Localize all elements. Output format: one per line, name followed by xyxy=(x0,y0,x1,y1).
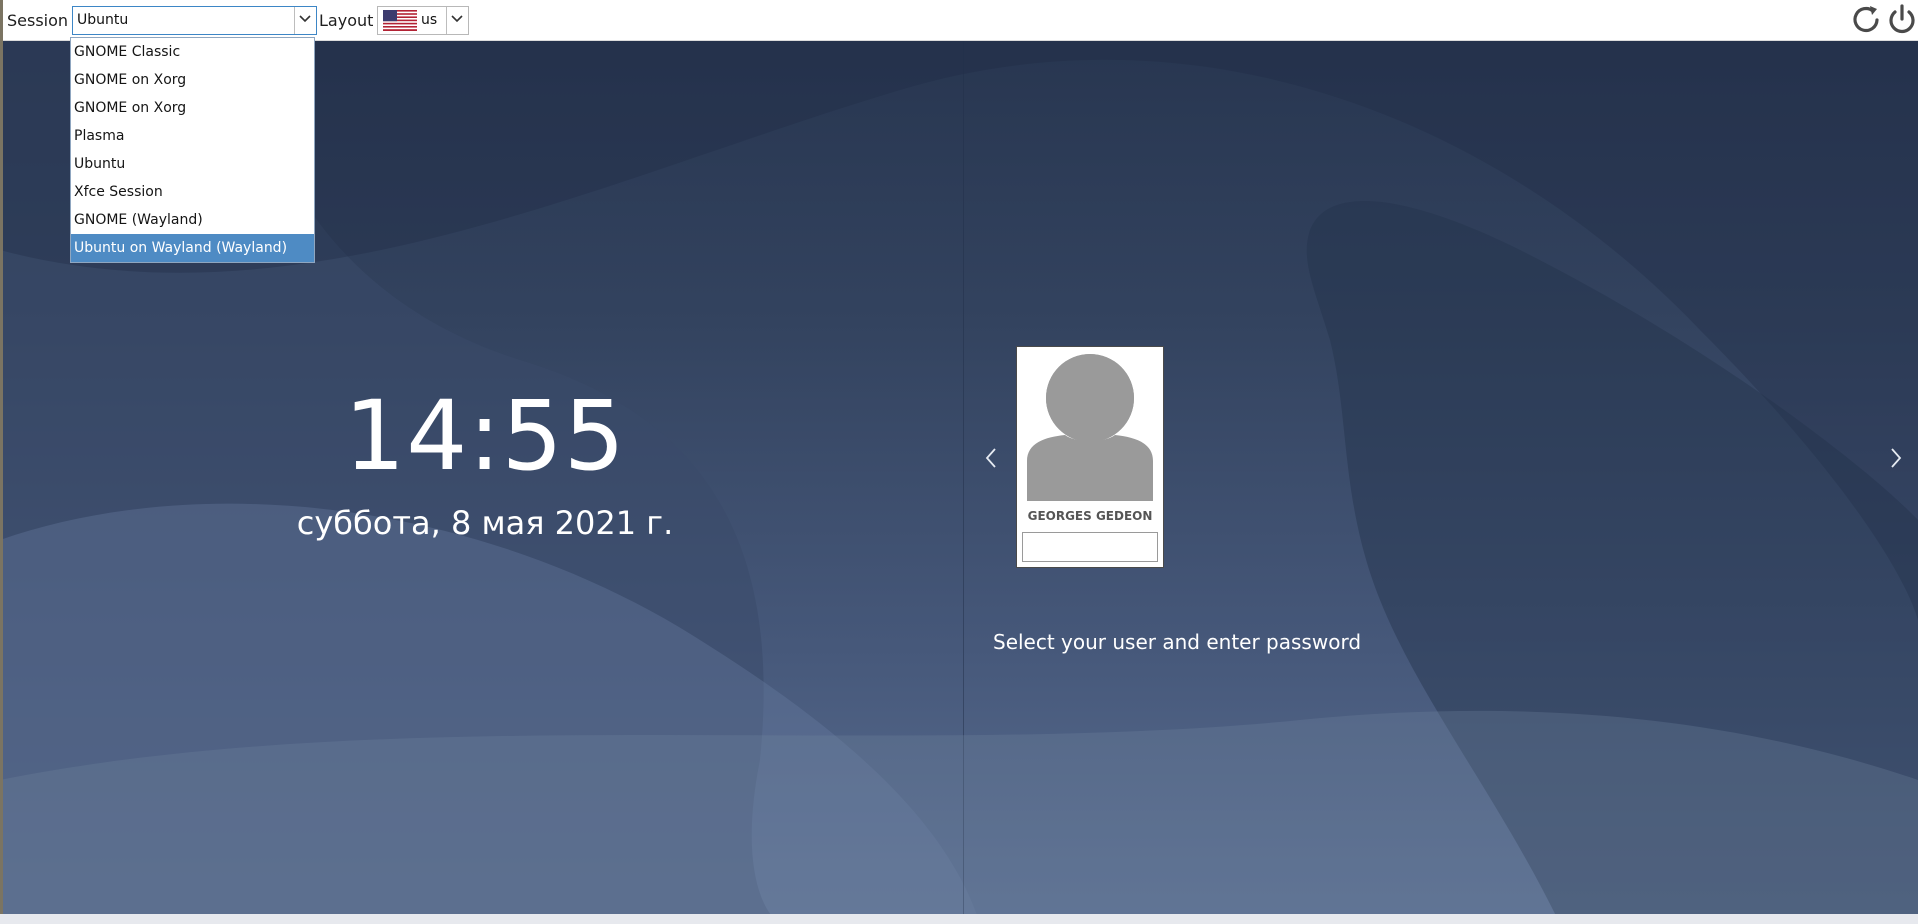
layout-select-value: us xyxy=(421,12,438,28)
user-avatar-icon xyxy=(1027,354,1153,501)
session-option[interactable]: Plasma xyxy=(71,122,314,150)
next-user-button[interactable] xyxy=(1885,445,1907,471)
us-flag-icon xyxy=(383,10,417,31)
top-bar: Session Ubuntu Layout us xyxy=(3,0,1918,41)
reboot-icon xyxy=(1853,6,1879,33)
chevron-right-icon xyxy=(1891,448,1902,468)
session-option[interactable]: GNOME Classic xyxy=(71,38,314,66)
layout-label: Layout xyxy=(319,11,374,30)
session-option[interactable]: GNOME on Xorg xyxy=(71,94,314,122)
previous-user-button[interactable] xyxy=(980,445,1002,471)
chevron-down-icon xyxy=(451,15,463,23)
session-option[interactable]: GNOME on Xorg xyxy=(71,66,314,94)
power-icon xyxy=(1889,4,1915,34)
screen-edge xyxy=(0,0,3,924)
clock-time: 14:55 xyxy=(344,380,626,492)
user-card[interactable]: GEORGES GEDEON xyxy=(1016,346,1164,568)
session-dropdown-button[interactable] xyxy=(294,7,316,34)
session-option[interactable]: Xfce Session xyxy=(71,178,314,206)
session-option[interactable]: Ubuntu xyxy=(71,150,314,178)
session-option-selected[interactable]: Ubuntu on Wayland (Wayland) xyxy=(71,234,314,262)
bottom-panel-strip xyxy=(0,914,1918,924)
user-name: GEORGES GEDEON xyxy=(1027,509,1153,523)
clock-date: суббота, 8 мая 2021 г. xyxy=(296,504,674,542)
chevron-down-icon xyxy=(299,15,311,23)
keyboard-layout-select[interactable]: us xyxy=(377,6,469,35)
layout-dropdown-button[interactable] xyxy=(446,7,468,34)
chevron-left-icon xyxy=(985,448,996,468)
session-dropdown-list: GNOME Classic GNOME on Xorg GNOME on Xor… xyxy=(70,37,315,263)
session-select-value: Ubuntu xyxy=(77,12,129,28)
power-button[interactable] xyxy=(1885,3,1918,37)
reboot-button[interactable] xyxy=(1849,3,1883,37)
session-select[interactable]: Ubuntu xyxy=(72,6,317,35)
session-label: Session xyxy=(7,11,69,30)
password-field[interactable] xyxy=(1022,532,1158,562)
login-hint: Select your user and enter password xyxy=(993,630,1362,654)
session-option[interactable]: GNOME (Wayland) xyxy=(71,206,314,234)
